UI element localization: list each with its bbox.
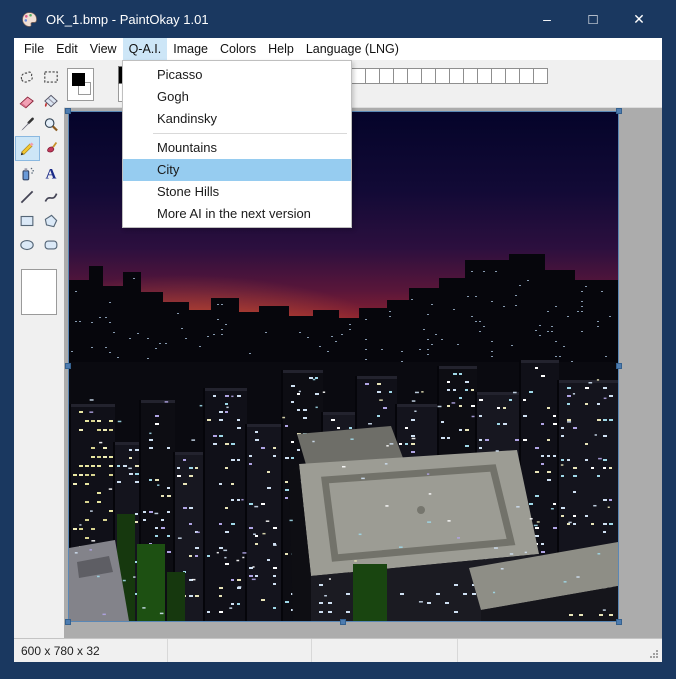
selection-handle-bottom-left[interactable] [65, 619, 71, 625]
status-panel-1 [168, 639, 312, 662]
svg-text:A: A [46, 165, 57, 181]
app-window: OK_1.bmp - PaintOkay 1.01 – □ ✕ File Edit… [0, 0, 676, 679]
maximize-button[interactable]: □ [570, 0, 616, 38]
tool-rect-select[interactable] [40, 65, 63, 88]
selection-handle-middle-right[interactable] [616, 363, 622, 369]
tool-ellipse[interactable] [16, 233, 39, 256]
palette-swatch-empty[interactable] [351, 68, 366, 84]
menu-colors[interactable]: Colors [214, 38, 262, 60]
palette-swatch-empty[interactable] [519, 68, 534, 84]
menu-language-lng-[interactable]: Language (LNG) [300, 38, 405, 60]
menu-edit[interactable]: Edit [50, 38, 84, 60]
palette-swatch-row [351, 68, 548, 84]
menu-help[interactable]: Help [262, 38, 300, 60]
polygon-icon [44, 214, 58, 227]
tool-magnifier[interactable] [40, 113, 63, 136]
palette-swatch-empty[interactable] [421, 68, 436, 84]
tool-options-box[interactable] [21, 269, 57, 315]
tool-airbrush[interactable] [16, 161, 39, 184]
resize-grip-icon[interactable] [649, 649, 659, 659]
palette-swatch-empty[interactable] [463, 68, 478, 84]
eraser-icon [19, 95, 34, 108]
palette-swatch-empty[interactable] [491, 68, 506, 84]
tool-line[interactable] [16, 185, 39, 208]
tool-fill[interactable] [40, 89, 63, 112]
palette-swatch-empty[interactable] [435, 68, 450, 84]
rectangle-icon [20, 215, 34, 226]
palette-swatch-empty[interactable] [365, 68, 380, 84]
close-button[interactable]: ✕ [616, 0, 662, 38]
palette-swatch-empty[interactable] [533, 68, 548, 84]
tool-rectangle[interactable] [16, 209, 39, 232]
tool-rounded-rectangle[interactable] [40, 233, 63, 256]
text-tool-icon: A [46, 165, 57, 181]
selection-handle-top-right[interactable] [616, 108, 622, 114]
window-controls: – □ ✕ [524, 0, 662, 38]
rounded-rectangle-icon [44, 240, 58, 249]
palette-swatch-empty[interactable] [449, 68, 464, 84]
menu-item-picasso[interactable]: Picasso [123, 64, 351, 86]
status-bar: 600 x 780 x 32 [14, 638, 662, 662]
airbrush-icon [22, 167, 34, 180]
tool-pencil[interactable] [14, 136, 40, 161]
tool-curve[interactable] [40, 185, 63, 208]
menu-item-city[interactable]: City [123, 159, 351, 181]
magnifier-icon [44, 117, 58, 131]
menu-item-more-ai-in-the-next-version[interactable]: More AI in the next version [123, 203, 351, 225]
window-title: OK_1.bmp - PaintOkay 1.01 [46, 11, 209, 27]
eyedropper-icon [21, 117, 34, 131]
selection-handle-middle-left[interactable] [65, 363, 71, 369]
minimize-button[interactable]: – [524, 0, 570, 38]
menu-q-a-i-[interactable]: Q-A.I. [122, 38, 168, 60]
menu-bar: File Edit View Q-A.I. Image Colors Help Languag… [14, 38, 662, 60]
tool-text[interactable]: A [40, 161, 63, 184]
tool-polygon[interactable] [40, 209, 63, 232]
tool-grid: A [14, 65, 64, 256]
palette-swatch-empty[interactable] [379, 68, 394, 84]
menu-item-gogh[interactable]: Gogh [123, 86, 351, 108]
palette-swatch-empty[interactable] [393, 68, 408, 84]
tool-box: A [14, 60, 64, 638]
title-bar[interactable]: OK_1.bmp - PaintOkay 1.01 – □ ✕ [0, 0, 676, 38]
app-palette-icon [22, 11, 37, 27]
palette-swatch-empty[interactable] [477, 68, 492, 84]
status-panel-3 [458, 639, 662, 662]
qai-dropdown-menu: Picasso Gogh Kandinsky Mountains City Stone H… [122, 60, 352, 228]
tool-brush[interactable] [40, 137, 63, 160]
palette-swatch-empty[interactable] [407, 68, 422, 84]
tool-color-picker[interactable] [16, 113, 39, 136]
curve-icon [44, 192, 58, 202]
menu-separator [153, 133, 347, 134]
free-form-select-icon [20, 71, 33, 83]
menu-file[interactable]: File [18, 38, 50, 60]
brush-icon [47, 141, 58, 152]
status-panel-2 [312, 639, 458, 662]
menu-view[interactable]: View [84, 38, 123, 60]
selection-handle-bottom-middle[interactable] [340, 619, 346, 625]
pencil-icon [20, 141, 34, 155]
menu-item-stone-hills[interactable]: Stone Hills [123, 181, 351, 203]
foreground-color-swatch [72, 73, 85, 86]
palette-swatch-empty[interactable] [505, 68, 520, 84]
fill-bucket-icon [44, 94, 58, 107]
tool-free-form-select[interactable] [16, 65, 39, 88]
selection-handle-bottom-right[interactable] [616, 619, 622, 625]
current-colors-indicator [67, 68, 94, 101]
line-icon [20, 190, 34, 203]
status-panel-0: 600 x 780 x 32 [14, 639, 168, 662]
rect-select-icon [44, 70, 58, 83]
menu-image[interactable]: Image [167, 38, 214, 60]
menu-item-mountains[interactable]: Mountains [123, 137, 351, 159]
selection-handle-top-left[interactable] [65, 108, 71, 114]
menu-item-kandinsky[interactable]: Kandinsky [123, 108, 351, 130]
ellipse-icon [20, 239, 34, 250]
tool-eraser[interactable] [16, 89, 39, 112]
